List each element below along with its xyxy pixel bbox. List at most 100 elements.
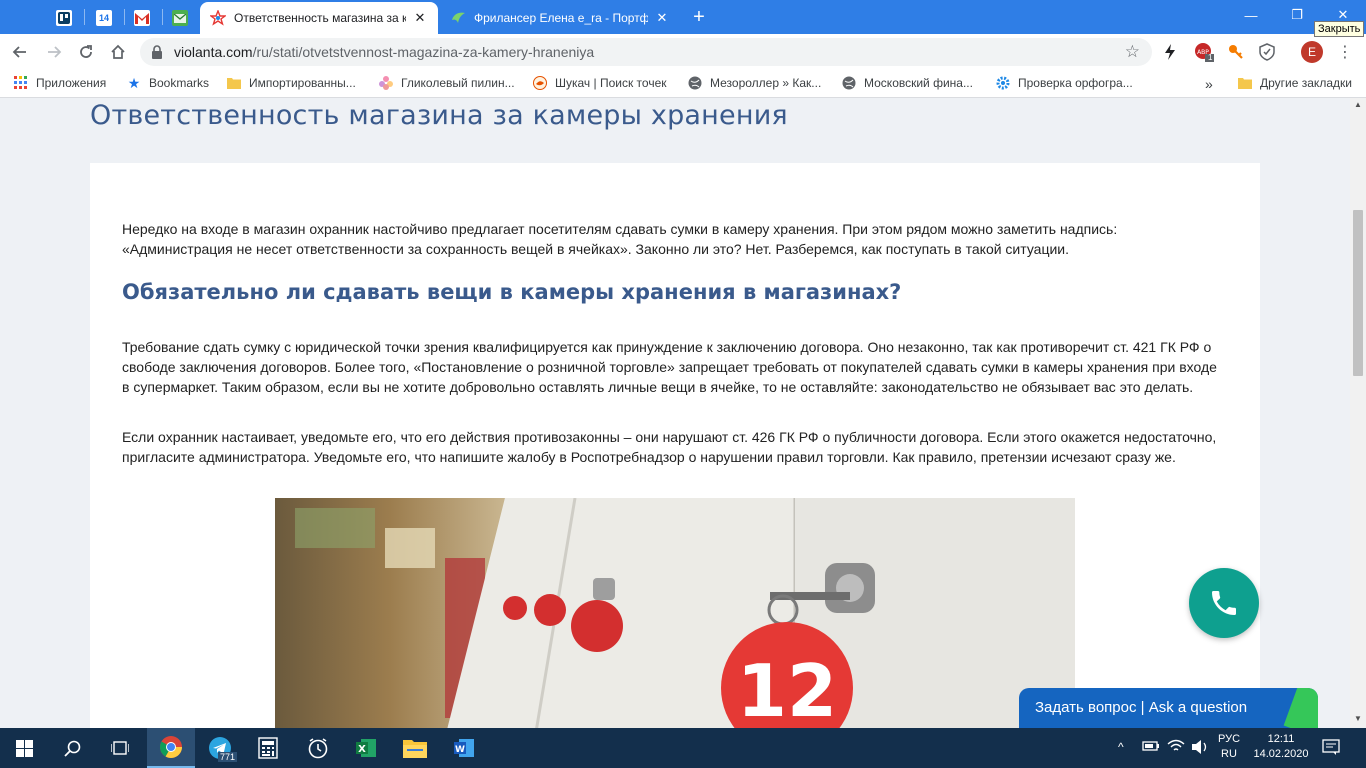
pinned-tab-gmail[interactable] xyxy=(124,4,160,32)
battery-icon[interactable] xyxy=(1142,739,1160,758)
home-button[interactable] xyxy=(104,38,132,66)
reload-icon xyxy=(80,45,92,58)
taskbar-word[interactable]: W xyxy=(440,728,488,768)
url-host: violanta.com xyxy=(174,44,253,60)
lightning-extension-icon[interactable] xyxy=(1160,42,1180,62)
pinned-tab-mail[interactable] xyxy=(162,4,198,32)
bookmark-label: Приложения xyxy=(36,76,107,90)
language-bottom: RU xyxy=(1221,748,1237,760)
arrow-right-icon xyxy=(48,46,62,58)
bookmark-shukach[interactable]: Шукач | Поиск точек xyxy=(533,76,667,90)
notifications-icon[interactable] xyxy=(1322,739,1340,760)
violanta-favicon-icon xyxy=(210,10,226,26)
scroll-down-arrow-icon[interactable]: ▼ xyxy=(1354,714,1362,723)
taskbar-alarms[interactable] xyxy=(294,728,342,768)
star-icon: ★ xyxy=(127,74,141,91)
pike-fish-icon xyxy=(533,76,547,90)
gear-icon xyxy=(996,76,1010,90)
gmail-icon xyxy=(134,10,150,26)
ask-question-button[interactable]: Задать вопрос | Ask a question xyxy=(1019,688,1318,728)
bookmarks-overflow-button[interactable]: » xyxy=(1205,76,1213,92)
bookmark-moscow-fin[interactable]: Московский фина... xyxy=(842,76,973,90)
reload-button[interactable] xyxy=(72,38,100,66)
bookmarks-bar: Приложения ★ Bookmarks Импортированны...… xyxy=(0,70,1366,98)
article-card: Нередко на входе в магазин охранник наст… xyxy=(90,163,1260,728)
bookmark-other[interactable]: Другие закладки xyxy=(1238,76,1352,90)
extension-badge: 1 xyxy=(1208,53,1213,62)
bookmark-bookmarks[interactable]: ★ Bookmarks xyxy=(127,74,210,91)
taskbar-telegram[interactable]: 771 xyxy=(196,728,244,768)
new-tab-button[interactable]: + xyxy=(688,6,710,28)
tab-close-icon[interactable]: ✕ xyxy=(654,10,670,26)
wifi-icon[interactable] xyxy=(1167,738,1185,759)
article-paragraph-2: Если охранник настаивает, уведомьте его,… xyxy=(122,429,1217,465)
url-path: /ru/stati/otvetstvennost-magazina-za-kam… xyxy=(252,44,595,60)
locker-photo-illustration: 12 xyxy=(275,498,1075,728)
task-view-button[interactable] xyxy=(96,728,144,768)
clock[interactable]: 12:11 14.02.2020 xyxy=(1250,732,1312,762)
arrow-left-icon xyxy=(12,46,26,58)
menu-kebab-icon[interactable]: ⋮ xyxy=(1335,42,1355,62)
clock-time: 12:11 xyxy=(1267,733,1295,745)
calendar-icon: 14 xyxy=(96,10,112,26)
search-icon xyxy=(63,740,80,757)
apps-grid-icon xyxy=(14,76,28,90)
clock-date: 14.02.2020 xyxy=(1253,748,1309,760)
pinned-tab-trello[interactable] xyxy=(46,4,82,32)
web-page: Ответственность магазина за камеры хране… xyxy=(0,98,1350,728)
bookmark-label: Московский фина... xyxy=(864,76,973,90)
address-bar[interactable]: violanta.com/ru/stati/otvetstvennost-mag… xyxy=(140,38,1152,66)
pinned-tab-calendar[interactable]: 14 xyxy=(86,4,122,32)
volume-icon[interactable] xyxy=(1191,739,1209,760)
article-intro: Нередко на входе в магазин охранник наст… xyxy=(122,221,1118,257)
profile-initial: E xyxy=(1307,45,1316,59)
bookmark-apps[interactable]: Приложения xyxy=(14,76,106,90)
taskbar-explorer[interactable] xyxy=(391,728,439,768)
bookmark-mesoroller[interactable]: Мезороллер » Как... xyxy=(688,76,821,90)
call-button[interactable] xyxy=(1189,568,1259,638)
taskbar-chrome[interactable] xyxy=(147,728,195,768)
scroll-up-arrow-icon[interactable]: ▲ xyxy=(1354,100,1362,109)
section-heading: Обязательно ли сдавать вещи в камеры хра… xyxy=(122,280,902,304)
freelancer-favicon-icon xyxy=(452,12,465,23)
bookmark-label: Bookmarks xyxy=(149,76,210,90)
bookmark-glycolic[interactable]: Гликолевый пилин... xyxy=(379,76,515,90)
tray-overflow-icon[interactable]: ^ xyxy=(1118,740,1124,755)
browser-toolbar: violanta.com/ru/stati/otvetstvennost-mag… xyxy=(0,34,1366,70)
tab-article[interactable]: Ответственность магазина за к ✕ xyxy=(200,2,438,34)
taskbar-excel[interactable]: X xyxy=(342,728,390,768)
bookmark-label: Шукач | Поиск точек xyxy=(555,76,667,90)
search-button[interactable] xyxy=(48,728,96,768)
key-extension-icon[interactable] xyxy=(1226,42,1246,62)
bookmark-label: Импортированны... xyxy=(249,76,356,90)
bookmark-star-icon[interactable]: ☆ xyxy=(1125,42,1140,62)
taskbar-calculator[interactable] xyxy=(244,728,292,768)
bookmark-label: Проверка орфогра... xyxy=(1018,76,1133,90)
telegram-badge: 771 xyxy=(218,752,238,762)
language-indicator[interactable]: РУС RU xyxy=(1212,732,1246,762)
back-button[interactable] xyxy=(6,38,34,66)
tab-freelancer[interactable]: Фрилансер Елена e_ra - Портфо ✕ xyxy=(440,2,680,34)
calendar-date: 14 xyxy=(98,13,109,23)
tab-freelancer-title: Фрилансер Елена e_ra - Портфо xyxy=(474,11,648,25)
page-title: Ответственность магазина за камеры хране… xyxy=(90,100,788,131)
svg-text:X: X xyxy=(358,744,366,755)
forward-button[interactable] xyxy=(40,38,68,66)
windows-logo-icon xyxy=(15,739,33,757)
lock-icon[interactable] xyxy=(151,45,163,59)
adblock-extension-icon[interactable]: ABP 1 xyxy=(1194,42,1214,62)
bookmark-imported[interactable]: Импортированны... xyxy=(227,76,356,90)
profile-avatar[interactable]: E xyxy=(1301,41,1323,63)
bookmark-spellcheck[interactable]: Проверка орфогра... xyxy=(996,76,1133,90)
globe-icon xyxy=(688,76,702,90)
minimize-button[interactable]: — xyxy=(1228,0,1274,30)
windows-taskbar: 771 X W ^ РУС RU 12:11 14.02.2020 xyxy=(0,728,1366,768)
shield-extension-icon[interactable] xyxy=(1257,42,1277,62)
scrollbar-thumb[interactable] xyxy=(1353,210,1363,376)
tab-close-icon[interactable]: ✕ xyxy=(412,10,428,26)
page-scrollbar[interactable]: ▲ ▼ xyxy=(1350,98,1366,728)
svg-text:W: W xyxy=(455,745,465,755)
folder-icon xyxy=(403,740,427,758)
flower-icon xyxy=(379,76,393,90)
start-button[interactable] xyxy=(0,728,48,768)
